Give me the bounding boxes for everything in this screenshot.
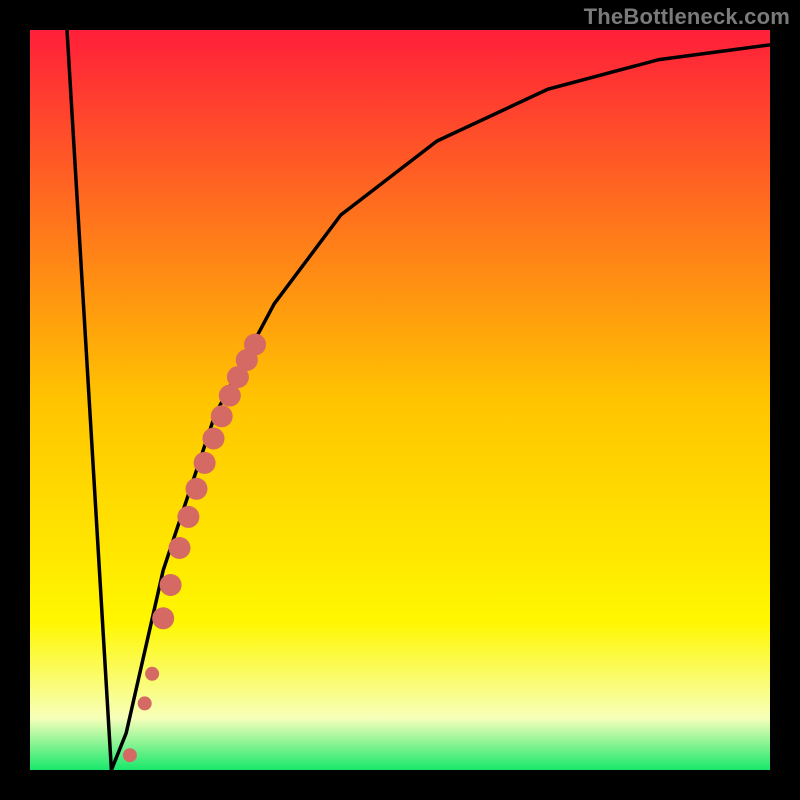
marker-dot: [177, 506, 199, 528]
marker-dot: [152, 607, 174, 629]
marker-dot: [138, 696, 152, 710]
marker-dot: [169, 537, 191, 559]
marker-dot: [244, 334, 266, 356]
marker-dot: [145, 667, 159, 681]
gradient-background: [30, 30, 770, 770]
plot-area: [30, 30, 770, 770]
marker-dot: [211, 405, 233, 427]
attribution-text: TheBottleneck.com: [584, 4, 790, 30]
chart-stage: TheBottleneck.com: [0, 0, 800, 800]
chart-svg: [30, 30, 770, 770]
marker-dot: [160, 574, 182, 596]
marker-dot: [203, 428, 225, 450]
marker-dot: [123, 748, 137, 762]
marker-dot: [186, 478, 208, 500]
marker-dot: [194, 452, 216, 474]
